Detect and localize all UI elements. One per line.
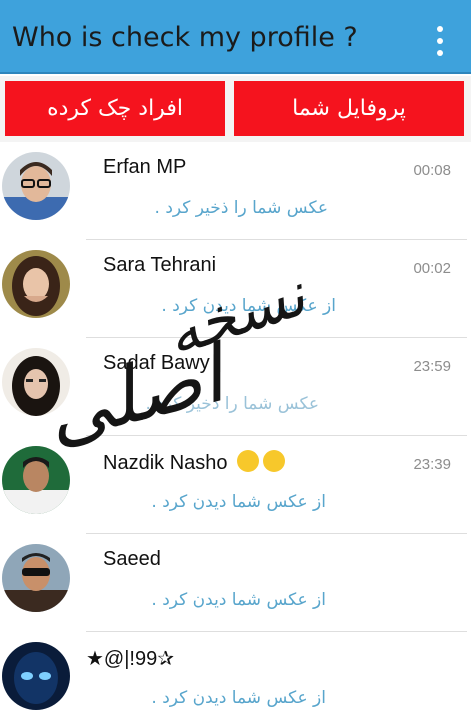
list-item[interactable]: Erfan MP 00:08 عکس شما را ذخیر کرد . [0,142,471,240]
activity-message: از عکس شما دیدن کرد . [151,688,326,708]
activity-message: از عکس شما دیدن کرد . [151,590,326,610]
activity-message: از عکس شما دیدن کرد . [161,296,336,316]
timestamp: 23:59 [413,358,451,375]
list-item[interactable]: Sadaf Bawy 23:59 عکس شما را ذخیر کرد . [0,338,471,436]
timestamp: 00:02 [413,260,451,277]
tab-checked-people[interactable]: افراد چک کرده [5,81,225,136]
contact-name: ★@|!99✰ [86,648,174,670]
contact-name: Nazdik Nasho [103,450,286,475]
contact-name: Saeed [103,548,161,570]
activity-message: از عکس شما دیدن کرد . [151,492,326,512]
app-bar: Who is check my profile ? [0,0,471,74]
tab-your-profile[interactable]: پروفایل شما [234,81,464,136]
heart-eyes-emoji-icon [263,450,286,472]
tab-bar: افراد چک کرده پروفایل شما [0,76,471,142]
contact-name: Sadaf Bawy [103,352,210,374]
contact-name: Sara Tehrani [103,254,217,276]
activity-message: عکس شما را ذخیر کرد . [154,198,328,218]
timestamp: 00:08 [413,162,451,179]
list-item[interactable]: ★@|!99✰ از عکس شما دیدن کرد . [0,632,471,720]
more-vert-icon[interactable] [430,24,450,58]
visitor-list: Erfan MP 00:08 عکس شما را ذخیر کرد . Sar… [0,142,471,720]
avatar [2,152,70,220]
list-item[interactable]: Nazdik Nasho 23:39 از عکس شما دیدن کرد . [0,436,471,534]
avatar [2,544,70,612]
activity-message: عکس شما را ذخیر کرد . [145,394,319,414]
avatar [2,642,70,710]
avatar [2,348,70,416]
avatar [2,250,70,318]
timestamp: 23:39 [413,456,451,473]
list-item[interactable]: Saeed از عکس شما دیدن کرد . [0,534,471,632]
smiling-emoji-icon [237,450,260,472]
contact-name: Erfan MP [103,156,187,178]
avatar [2,446,70,514]
list-item[interactable]: Sara Tehrani 00:02 از عکس شما دیدن کرد . [0,240,471,338]
app-title: Who is check my profile ? [12,22,358,53]
